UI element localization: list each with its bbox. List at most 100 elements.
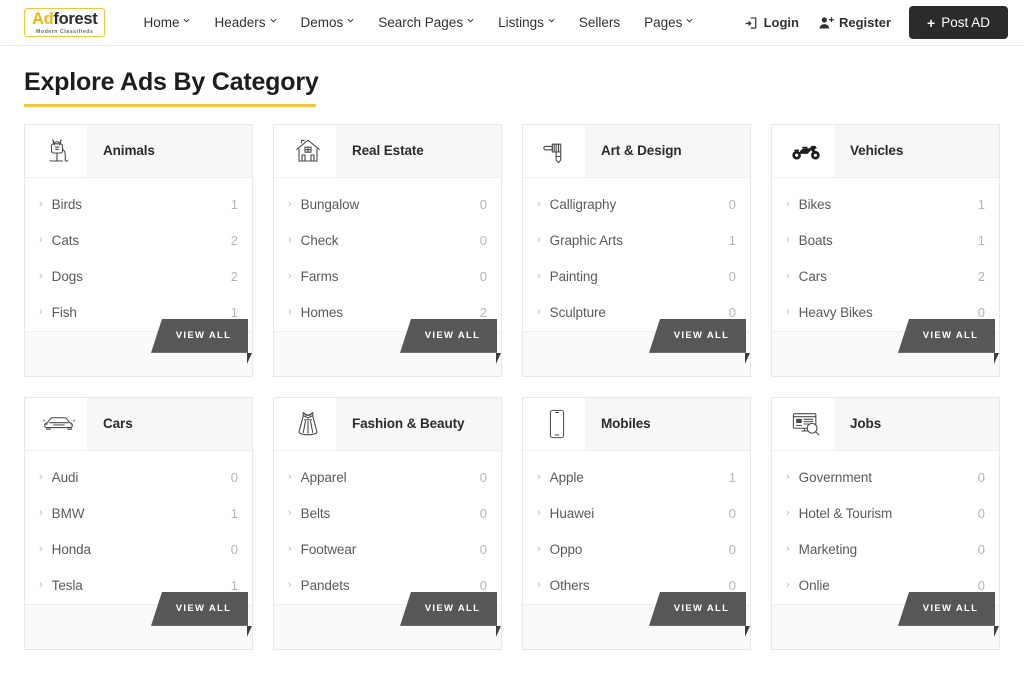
- sign-in-icon: [745, 16, 759, 30]
- ribbon-fold-corner: [496, 626, 501, 637]
- subcategory-row[interactable]: ›Audi0: [25, 460, 252, 496]
- ribbon-fold-corner: [994, 626, 999, 637]
- category-card-header: Real Estate: [274, 125, 501, 178]
- category-card-footer: VIEW ALL: [772, 331, 999, 376]
- subcategory-row[interactable]: ›Oppo0: [523, 532, 750, 568]
- login-link[interactable]: Login: [735, 9, 809, 36]
- subcategory-row[interactable]: › Hotel & Tourism0: [772, 496, 999, 532]
- subcategory-count: 1: [231, 305, 238, 320]
- subcategory-row[interactable]: ›Apple1: [523, 460, 750, 496]
- ribbon-fold-corner: [994, 353, 999, 364]
- register-link[interactable]: Register: [809, 9, 901, 36]
- subcategory-row[interactable]: ›Government0: [772, 460, 999, 496]
- subcategory-row[interactable]: ›Farms0: [274, 259, 501, 295]
- motorcycle-icon: [784, 131, 828, 171]
- subcategory-row[interactable]: ›Calligraphy0: [523, 187, 750, 223]
- subcategory-row[interactable]: ›Boats1: [772, 223, 999, 259]
- chevron-right-icon: ›: [39, 235, 43, 246]
- subcategory-row[interactable]: ›Bungalow0: [274, 187, 501, 223]
- chevron-right-icon: ›: [39, 472, 43, 483]
- subcategory-row[interactable]: ›Belts0: [274, 496, 501, 532]
- post-ad-label: Post AD: [941, 15, 990, 30]
- post-ad-button[interactable]: + Post AD: [909, 6, 1008, 39]
- site-logo[interactable]: Adforest Modern Classifieds: [24, 8, 105, 37]
- subcategory-row[interactable]: ›Huawei0: [523, 496, 750, 532]
- subcategory-label: Government: [799, 470, 978, 485]
- view-all-button[interactable]: VIEW ALL: [151, 592, 248, 626]
- subcategory-list: ›Audi0›BMW1›Honda0›Tesla1: [25, 451, 252, 604]
- subcategory-count: 2: [978, 269, 985, 284]
- subcategory-row[interactable]: ›Bikes1: [772, 187, 999, 223]
- chevron-right-icon: ›: [288, 544, 292, 555]
- job-search-icon: [784, 404, 828, 444]
- view-all-button[interactable]: VIEW ALL: [649, 319, 746, 353]
- subcategory-count: 0: [978, 470, 985, 485]
- view-all-button[interactable]: VIEW ALL: [151, 319, 248, 353]
- category-title-cell: Art & Design: [585, 125, 750, 177]
- smartphone-icon: [535, 404, 579, 444]
- chevron-right-icon: ›: [786, 508, 790, 519]
- subcategory-row[interactable]: ›Apparel0: [274, 460, 501, 496]
- login-label: Login: [764, 15, 799, 30]
- subcategory-row[interactable]: ›Footwear0: [274, 532, 501, 568]
- subcategory-label: Painting: [550, 269, 729, 284]
- subcategory-count: 0: [480, 506, 487, 521]
- nav-item-search-pages[interactable]: Search Pages: [366, 9, 486, 36]
- subcategory-list: ›Bikes1›Boats1›Cars2›Heavy Bikes0: [772, 178, 999, 331]
- view-all-button[interactable]: VIEW ALL: [400, 592, 497, 626]
- category-title-cell: Vehicles: [834, 125, 999, 177]
- subcategory-count: 0: [480, 233, 487, 248]
- category-title: Vehicles: [850, 143, 903, 158]
- ribbon-fold-corner: [745, 626, 750, 637]
- subcategory-row[interactable]: ›BMW1: [25, 496, 252, 532]
- view-all-button[interactable]: VIEW ALL: [649, 592, 746, 626]
- chevron-right-icon: ›: [288, 580, 292, 591]
- logo-wordmark: Adforest: [32, 11, 97, 28]
- nav-item-demos[interactable]: Demos: [289, 9, 367, 36]
- nav-item-pages[interactable]: Pages: [632, 9, 705, 36]
- category-card-header: Art & Design: [523, 125, 750, 178]
- view-all-button[interactable]: VIEW ALL: [898, 592, 995, 626]
- nav-item-listings[interactable]: Listings: [486, 9, 567, 36]
- subcategory-list: ›Government0›Hotel & Tourism0›Marketing0…: [772, 451, 999, 604]
- category-card: Cars›Audi0›BMW1›Honda0›Tesla1VIEW ALL: [24, 397, 253, 650]
- subcategory-count: 2: [231, 269, 238, 284]
- subcategory-row[interactable]: ›Marketing0: [772, 532, 999, 568]
- category-card-header: Animals: [25, 125, 252, 178]
- paint-brush-icon: [535, 131, 579, 171]
- chevron-right-icon: ›: [39, 508, 43, 519]
- chevron-down-icon: [686, 18, 693, 25]
- view-all-button[interactable]: VIEW ALL: [898, 319, 995, 353]
- subcategory-row[interactable]: ›Cats2: [25, 223, 252, 259]
- category-title: Real Estate: [352, 143, 424, 158]
- logo-tagline: Modern Classifieds: [36, 30, 93, 35]
- subcategory-row[interactable]: ›Cars2: [772, 259, 999, 295]
- subcategory-row[interactable]: ›Graphic Arts1: [523, 223, 750, 259]
- view-all-button[interactable]: VIEW ALL: [400, 319, 497, 353]
- chevron-down-icon: [548, 18, 555, 25]
- category-card: Vehicles ›Bikes1›Boats1›Cars2›Heavy Bikes…: [771, 124, 1000, 377]
- subcategory-row[interactable]: ›Honda0: [25, 532, 252, 568]
- nav-item-label: Headers: [214, 15, 265, 30]
- chevron-right-icon: ›: [537, 307, 541, 318]
- nav-item-headers[interactable]: Headers: [202, 9, 288, 36]
- view-all-label: VIEW ALL: [674, 603, 729, 614]
- nav-item-home[interactable]: Home: [131, 9, 202, 36]
- subcategory-label: Apple: [550, 470, 729, 485]
- nav-item-label: Home: [143, 15, 179, 30]
- subcategory-row[interactable]: ›Painting0: [523, 259, 750, 295]
- page-title: Explore Ads By Category: [24, 68, 319, 104]
- nav-item-label: Sellers: [579, 15, 620, 30]
- chevron-right-icon: ›: [537, 580, 541, 591]
- subcategory-row[interactable]: ›Check0: [274, 223, 501, 259]
- subcategory-row[interactable]: ›Dogs2: [25, 259, 252, 295]
- nav-item-sellers[interactable]: Sellers: [567, 9, 632, 36]
- subcategory-row[interactable]: ›Birds1: [25, 187, 252, 223]
- subcategory-label: Heavy Bikes: [799, 305, 978, 320]
- subcategory-count: 0: [978, 506, 985, 521]
- subcategory-count: 0: [480, 578, 487, 593]
- dress-icon: [286, 404, 330, 444]
- chevron-right-icon: ›: [288, 199, 292, 210]
- subcategory-label: Graphic Arts: [550, 233, 729, 248]
- subcategory-label: Hotel & Tourism: [799, 506, 978, 521]
